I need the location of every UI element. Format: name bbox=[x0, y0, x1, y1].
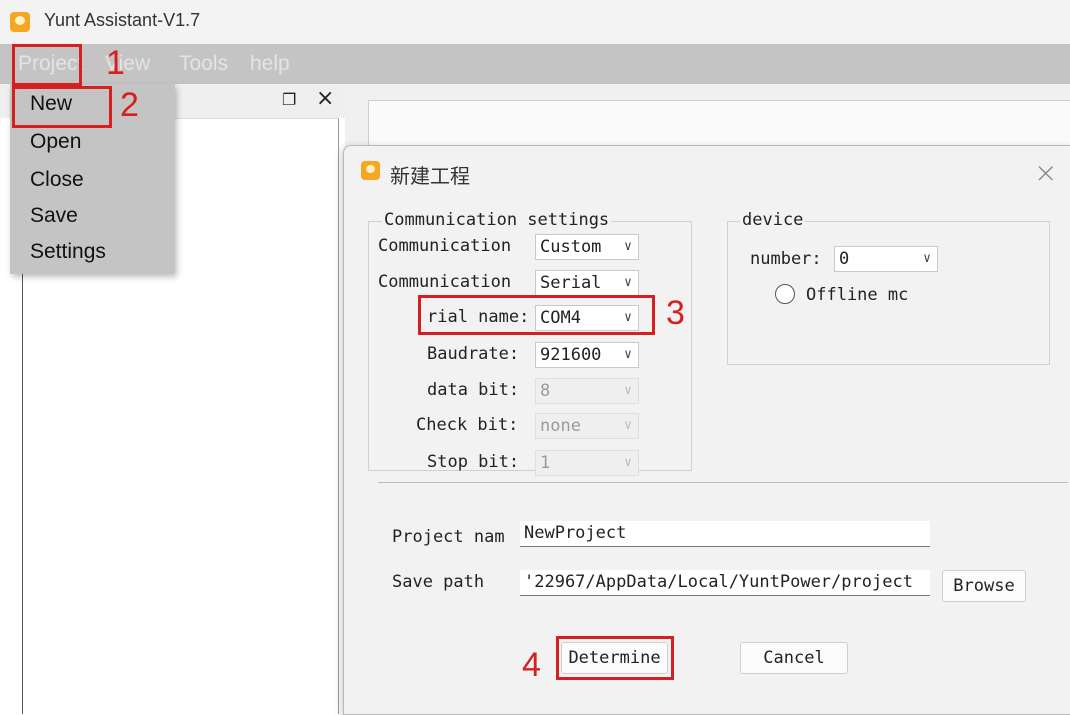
annotation-number-3: 3 bbox=[666, 294, 685, 332]
annotation-box-project-menu bbox=[12, 44, 82, 86]
data-bit-label: data bit: bbox=[427, 380, 520, 400]
dialog-separator bbox=[378, 482, 1068, 483]
chevron-down-icon: ∨ bbox=[923, 251, 931, 266]
annotation-box-serial-name bbox=[418, 295, 655, 335]
chevron-down-icon: ∨ bbox=[624, 383, 632, 398]
menu-item-close[interactable]: Close bbox=[30, 168, 84, 192]
save-path-input[interactable]: '22967/AppData/Local/YuntPower/project bbox=[520, 570, 930, 596]
annotation-box-new bbox=[12, 86, 112, 128]
comm-type-select[interactable]: Custom ∨ bbox=[535, 234, 639, 260]
communication-settings-legend: Communication settings bbox=[382, 210, 612, 230]
menu-tools[interactable]: Tools bbox=[179, 52, 228, 76]
device-number-label: number: bbox=[750, 249, 822, 269]
chevron-down-icon: ∨ bbox=[624, 275, 632, 290]
browse-button[interactable]: Browse bbox=[942, 570, 1026, 602]
menu-item-save[interactable]: Save bbox=[30, 204, 78, 228]
offline-mode-label: Offline mc bbox=[806, 285, 909, 305]
project-name-input[interactable]: NewProject bbox=[520, 521, 930, 547]
annotation-number-4: 4 bbox=[522, 646, 541, 684]
chevron-down-icon: ∨ bbox=[624, 347, 632, 362]
comm-type-label: Communication bbox=[378, 236, 512, 256]
dock-close-button[interactable]: × bbox=[316, 86, 334, 111]
dialog-title: 新建工程 bbox=[390, 164, 470, 188]
chevron-down-icon: ∨ bbox=[624, 239, 632, 254]
dialog-logo-icon bbox=[361, 161, 380, 180]
dialog-close-button[interactable]: × bbox=[1034, 156, 1057, 189]
menu-help[interactable]: help bbox=[250, 52, 290, 76]
annotation-number-2: 2 bbox=[120, 86, 139, 124]
save-path-label: Save path bbox=[392, 572, 485, 592]
app-logo-icon bbox=[10, 12, 30, 32]
device-number-select[interactable]: 0 ∨ bbox=[834, 246, 938, 272]
project-name-label: Project nam bbox=[392, 527, 505, 547]
baudrate-label: Baudrate: bbox=[427, 344, 520, 364]
chevron-down-icon: ∨ bbox=[624, 418, 632, 433]
check-bit-label: Check bit: bbox=[416, 415, 519, 435]
menu-item-open[interactable]: Open bbox=[30, 130, 81, 154]
menu-bar: Project View Tools help bbox=[0, 44, 1070, 84]
stop-bit-select: 1 ∨ bbox=[535, 450, 639, 476]
stop-bit-label: Stop bit: bbox=[427, 452, 520, 472]
check-bit-select: none ∨ bbox=[535, 413, 639, 439]
data-bit-select: 8 ∨ bbox=[535, 378, 639, 404]
baudrate-select[interactable]: 921600 ∨ bbox=[535, 342, 639, 368]
chevron-down-icon: ∨ bbox=[624, 455, 632, 470]
window-title: Yunt Assistant-V1.7 bbox=[44, 10, 201, 30]
comm-mode-select[interactable]: Serial ∨ bbox=[535, 270, 639, 296]
annotation-box-determine bbox=[556, 636, 674, 680]
menu-item-settings[interactable]: Settings bbox=[30, 240, 106, 264]
device-legend: device bbox=[740, 210, 806, 230]
cancel-button[interactable]: Cancel bbox=[740, 642, 848, 674]
offline-mode-radio[interactable] bbox=[775, 284, 795, 304]
annotation-number-1: 1 bbox=[106, 44, 125, 82]
restore-icon[interactable]: ❐ bbox=[282, 90, 296, 109]
comm-mode-label: Communication bbox=[378, 272, 512, 292]
